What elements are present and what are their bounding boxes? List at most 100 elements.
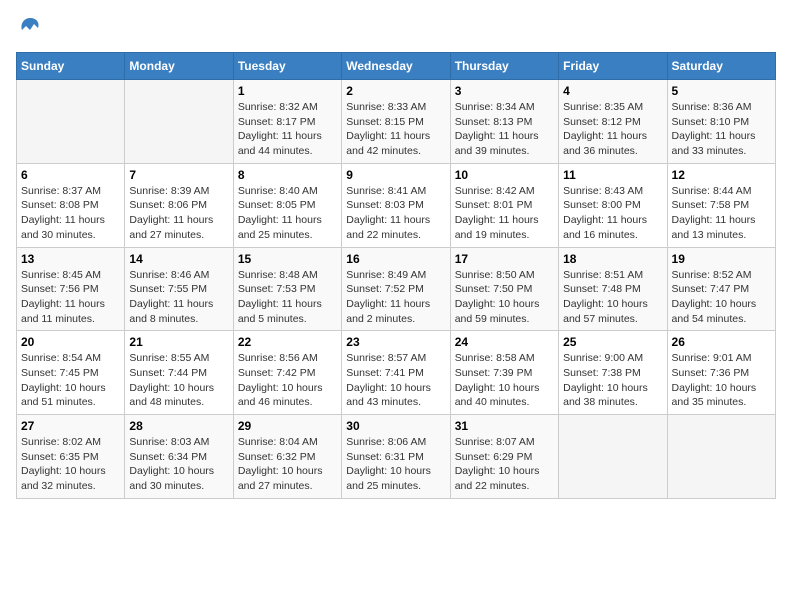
- day-info: Sunrise: 8:56 AM Sunset: 7:42 PM Dayligh…: [238, 351, 337, 410]
- weekday-header-saturday: Saturday: [667, 53, 775, 80]
- day-info: Sunrise: 8:55 AM Sunset: 7:44 PM Dayligh…: [129, 351, 228, 410]
- day-info: Sunrise: 8:33 AM Sunset: 8:15 PM Dayligh…: [346, 100, 445, 159]
- page-header: [16, 16, 776, 40]
- calendar-cell: [125, 80, 233, 164]
- calendar-cell: 17 Sunrise: 8:50 AM Sunset: 7:50 PM Dayli…: [450, 247, 558, 331]
- calendar-cell: 5Sunrise: 8:36 AM Sunset: 8:10 PM Daylig…: [667, 80, 775, 164]
- day-number: 17: [455, 252, 554, 266]
- day-info: Sunrise: 8:54 AM Sunset: 7:45 PM Dayligh…: [21, 351, 120, 410]
- day-number: 29: [238, 419, 337, 433]
- day-number: 20: [21, 335, 120, 349]
- day-number: 10: [455, 168, 554, 182]
- day-number: 13: [21, 252, 120, 266]
- calendar-cell: 22 Sunrise: 8:56 AM Sunset: 7:42 PM Dayli…: [233, 331, 341, 415]
- day-info: Sunrise: 8:57 AM Sunset: 7:41 PM Dayligh…: [346, 351, 445, 410]
- calendar-cell: 14 Sunrise: 8:46 AM Sunset: 7:55 PM Dayli…: [125, 247, 233, 331]
- day-number: 2: [346, 84, 445, 98]
- day-info: Sunrise: 8:35 AM Sunset: 8:12 PM Dayligh…: [563, 100, 662, 159]
- day-info: Sunrise: 8:06 AM Sunset: 6:31 PM Dayligh…: [346, 435, 445, 494]
- day-number: 23: [346, 335, 445, 349]
- day-number: 11: [563, 168, 662, 182]
- day-info: Sunrise: 9:01 AM Sunset: 7:36 PM Dayligh…: [672, 351, 771, 410]
- calendar-cell: 13 Sunrise: 8:45 AM Sunset: 7:56 PM Dayli…: [17, 247, 125, 331]
- day-info: Sunrise: 8:48 AM Sunset: 7:53 PM Dayligh…: [238, 268, 337, 327]
- calendar-cell: 26 Sunrise: 9:01 AM Sunset: 7:36 PM Dayli…: [667, 331, 775, 415]
- calendar-cell: 3 Sunrise: 8:34 AM Sunset: 8:13 PM Daylig…: [450, 80, 558, 164]
- calendar-cell: 8 Sunrise: 8:40 AM Sunset: 8:05 PM Daylig…: [233, 163, 341, 247]
- day-info: Sunrise: 8:43 AM Sunset: 8:00 PM Dayligh…: [563, 184, 662, 243]
- day-info: Sunrise: 8:51 AM Sunset: 7:48 PM Dayligh…: [563, 268, 662, 327]
- calendar-cell: 29 Sunrise: 8:04 AM Sunset: 6:32 PM Dayli…: [233, 415, 341, 499]
- calendar-cell: 12 Sunrise: 8:44 AM Sunset: 7:58 PM Dayli…: [667, 163, 775, 247]
- calendar-cell: 7 Sunrise: 8:39 AM Sunset: 8:06 PM Daylig…: [125, 163, 233, 247]
- calendar-cell: 11 Sunrise: 8:43 AM Sunset: 8:00 PM Dayli…: [559, 163, 667, 247]
- day-number: 7: [129, 168, 228, 182]
- calendar-cell: 19 Sunrise: 8:52 AM Sunset: 7:47 PM Dayli…: [667, 247, 775, 331]
- calendar-cell: 4 Sunrise: 8:35 AM Sunset: 8:12 PM Daylig…: [559, 80, 667, 164]
- calendar-cell: 25 Sunrise: 9:00 AM Sunset: 7:38 PM Dayli…: [559, 331, 667, 415]
- day-info: Sunrise: 8:37 AM Sunset: 8:08 PM Dayligh…: [21, 184, 120, 243]
- day-number: 26: [672, 335, 771, 349]
- day-number: 19: [672, 252, 771, 266]
- weekday-header-tuesday: Tuesday: [233, 53, 341, 80]
- day-info: Sunrise: 8:42 AM Sunset: 8:01 PM Dayligh…: [455, 184, 554, 243]
- calendar-cell: 21 Sunrise: 8:55 AM Sunset: 7:44 PM Dayli…: [125, 331, 233, 415]
- day-info: Sunrise: 8:34 AM Sunset: 8:13 PM Dayligh…: [455, 100, 554, 159]
- calendar-cell: 31Sunrise: 8:07 AM Sunset: 6:29 PM Dayli…: [450, 415, 558, 499]
- day-info: Sunrise: 8:45 AM Sunset: 7:56 PM Dayligh…: [21, 268, 120, 327]
- day-info: Sunrise: 8:44 AM Sunset: 7:58 PM Dayligh…: [672, 184, 771, 243]
- day-info: Sunrise: 8:39 AM Sunset: 8:06 PM Dayligh…: [129, 184, 228, 243]
- day-number: 12: [672, 168, 771, 182]
- calendar-table: SundayMondayTuesdayWednesdayThursdayFrid…: [16, 52, 776, 499]
- calendar-cell: 27Sunrise: 8:02 AM Sunset: 6:35 PM Dayli…: [17, 415, 125, 499]
- day-number: 5: [672, 84, 771, 98]
- calendar-cell: [559, 415, 667, 499]
- calendar-cell: 1 Sunrise: 8:32 AM Sunset: 8:17 PM Daylig…: [233, 80, 341, 164]
- day-number: 9: [346, 168, 445, 182]
- weekday-header-friday: Friday: [559, 53, 667, 80]
- day-number: 15: [238, 252, 337, 266]
- calendar-cell: 28Sunrise: 8:03 AM Sunset: 6:34 PM Dayli…: [125, 415, 233, 499]
- logo: [16, 16, 42, 40]
- calendar-cell: 30 Sunrise: 8:06 AM Sunset: 6:31 PM Dayli…: [342, 415, 450, 499]
- day-number: 24: [455, 335, 554, 349]
- day-info: Sunrise: 8:40 AM Sunset: 8:05 PM Dayligh…: [238, 184, 337, 243]
- calendar-cell: 20 Sunrise: 8:54 AM Sunset: 7:45 PM Dayli…: [17, 331, 125, 415]
- day-number: 25: [563, 335, 662, 349]
- calendar-cell: 18 Sunrise: 8:51 AM Sunset: 7:48 PM Dayli…: [559, 247, 667, 331]
- weekday-header-wednesday: Wednesday: [342, 53, 450, 80]
- day-info: Sunrise: 8:58 AM Sunset: 7:39 PM Dayligh…: [455, 351, 554, 410]
- calendar-cell: 2 Sunrise: 8:33 AM Sunset: 8:15 PM Daylig…: [342, 80, 450, 164]
- day-info: Sunrise: 8:07 AM Sunset: 6:29 PM Dayligh…: [455, 435, 554, 494]
- day-info: Sunrise: 9:00 AM Sunset: 7:38 PM Dayligh…: [563, 351, 662, 410]
- day-number: 1: [238, 84, 337, 98]
- day-number: 30: [346, 419, 445, 433]
- calendar-cell: 10 Sunrise: 8:42 AM Sunset: 8:01 PM Dayli…: [450, 163, 558, 247]
- day-number: 16: [346, 252, 445, 266]
- calendar-cell: 6Sunrise: 8:37 AM Sunset: 8:08 PM Daylig…: [17, 163, 125, 247]
- logo-icon: [18, 16, 42, 40]
- day-info: Sunrise: 8:52 AM Sunset: 7:47 PM Dayligh…: [672, 268, 771, 327]
- calendar-cell: 15 Sunrise: 8:48 AM Sunset: 7:53 PM Dayli…: [233, 247, 341, 331]
- weekday-header-monday: Monday: [125, 53, 233, 80]
- day-info: Sunrise: 8:49 AM Sunset: 7:52 PM Dayligh…: [346, 268, 445, 327]
- day-number: 28: [129, 419, 228, 433]
- day-number: 21: [129, 335, 228, 349]
- day-number: 14: [129, 252, 228, 266]
- calendar-cell: 24 Sunrise: 8:58 AM Sunset: 7:39 PM Dayli…: [450, 331, 558, 415]
- calendar-cell: 16 Sunrise: 8:49 AM Sunset: 7:52 PM Dayli…: [342, 247, 450, 331]
- day-info: Sunrise: 8:50 AM Sunset: 7:50 PM Dayligh…: [455, 268, 554, 327]
- weekday-header-thursday: Thursday: [450, 53, 558, 80]
- day-info: Sunrise: 8:46 AM Sunset: 7:55 PM Dayligh…: [129, 268, 228, 327]
- day-number: 4: [563, 84, 662, 98]
- day-number: 18: [563, 252, 662, 266]
- day-info: Sunrise: 8:41 AM Sunset: 8:03 PM Dayligh…: [346, 184, 445, 243]
- day-info: Sunrise: 8:02 AM Sunset: 6:35 PM Dayligh…: [21, 435, 120, 494]
- calendar-cell: [17, 80, 125, 164]
- day-info: Sunrise: 8:04 AM Sunset: 6:32 PM Dayligh…: [238, 435, 337, 494]
- day-number: 8: [238, 168, 337, 182]
- weekday-header-sunday: Sunday: [17, 53, 125, 80]
- day-number: 3: [455, 84, 554, 98]
- day-info: Sunrise: 8:32 AM Sunset: 8:17 PM Dayligh…: [238, 100, 337, 159]
- day-number: 22: [238, 335, 337, 349]
